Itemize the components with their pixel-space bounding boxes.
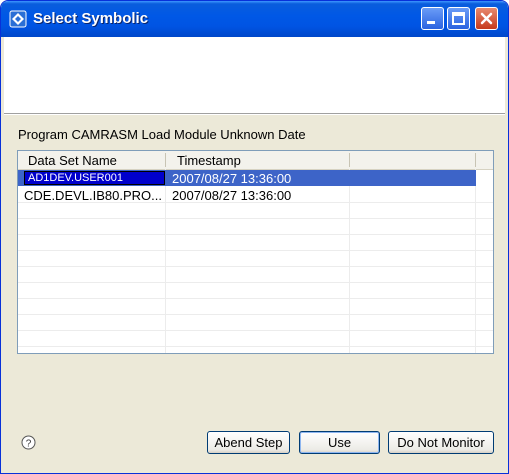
- table-row[interactable]: CDE.DEVL.IB80.PRO... 2007/08/27 13:36:00: [18, 187, 476, 203]
- column-divider[interactable]: [165, 153, 166, 167]
- table-row[interactable]: AD1DEV.USER001 2007/08/27 13:36:00: [18, 170, 476, 186]
- maximize-icon: [452, 12, 465, 25]
- do-not-monitor-button[interactable]: Do Not Monitor: [388, 431, 494, 454]
- use-button[interactable]: Use: [299, 431, 380, 454]
- dialog-header-area: [4, 37, 505, 114]
- title-bar[interactable]: Select Symbolic: [1, 1, 508, 37]
- timestamp-cell: 2007/08/27 13:36:00: [172, 188, 292, 203]
- grid-line: [18, 218, 493, 219]
- timestamp-cell: 2007/08/27 13:36:00: [172, 171, 292, 186]
- close-button[interactable]: [475, 7, 498, 30]
- header-separator: [4, 114, 505, 115]
- window-title: Select Symbolic: [33, 10, 149, 27]
- table-header: Data Set Name Timestamp: [18, 151, 493, 170]
- svg-text:?: ?: [26, 439, 32, 450]
- grid-line: [18, 282, 493, 283]
- grid-line: [18, 346, 493, 347]
- column-header-timestamp[interactable]: Timestamp: [177, 153, 241, 168]
- data-set-table[interactable]: Data Set Name Timestamp AD1DEV.USER001 2…: [17, 150, 494, 354]
- symbolic-app-icon: [9, 10, 27, 28]
- help-icon[interactable]: ?: [21, 435, 36, 450]
- maximize-button[interactable]: [447, 7, 470, 30]
- program-description: Program CAMRASM Load Module Unknown Date: [18, 127, 306, 142]
- column-divider[interactable]: [349, 153, 350, 167]
- data-set-name-cell: CDE.DEVL.IB80.PRO...: [24, 188, 162, 203]
- column-header-data-set-name[interactable]: Data Set Name: [28, 153, 117, 168]
- column-divider[interactable]: [475, 153, 476, 167]
- close-icon: [480, 12, 493, 25]
- minimize-button[interactable]: [421, 7, 444, 30]
- grid-line: [18, 234, 493, 235]
- abend-step-button[interactable]: Abend Step: [207, 431, 290, 454]
- dialog-window: Select Symbolic Program CAMRASM Load Mod…: [0, 0, 509, 474]
- minimize-icon: [427, 21, 435, 24]
- data-set-name-edit-field[interactable]: AD1DEV.USER001: [24, 171, 165, 185]
- grid-line: [18, 298, 493, 299]
- grid-line: [18, 266, 493, 267]
- grid-line: [18, 330, 493, 331]
- grid-line: [18, 250, 493, 251]
- grid-line: [18, 314, 493, 315]
